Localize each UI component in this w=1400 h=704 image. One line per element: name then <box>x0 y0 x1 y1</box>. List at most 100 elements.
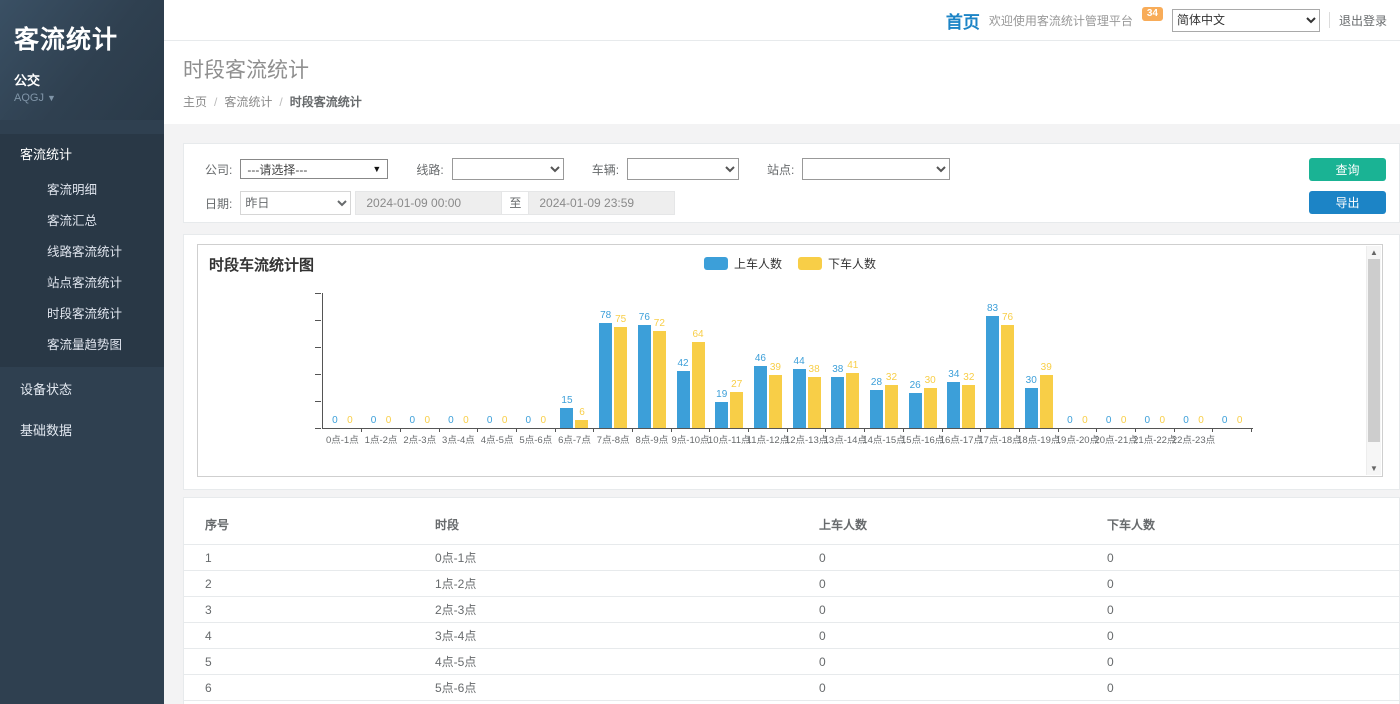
sidebar-item-device-status[interactable]: 设备状态 <box>0 369 164 408</box>
profile-user-name: AQGJ <box>14 92 44 104</box>
bar-wrap: 15 <box>560 395 573 428</box>
x-axis-category-label: 8点-9点 <box>635 432 668 446</box>
home-link[interactable]: 首页 <box>946 8 980 33</box>
date-to-input[interactable]: 2024-01-09 23:59 <box>528 191 675 215</box>
date-from-input[interactable]: 2024-01-09 00:00 <box>355 191 502 215</box>
chart-plot: 000点-1点001点-2点002点-3点003点-4点004点-5点005点-… <box>323 293 1252 428</box>
bar-value-label: 26 <box>910 380 921 392</box>
bar[interactable] <box>831 377 844 428</box>
sidebar-subitem[interactable]: 客流汇总 <box>0 204 164 235</box>
bar-wrap: 0 <box>483 415 496 428</box>
notification-badge[interactable]: 34 <box>1142 7 1163 21</box>
company-combobox[interactable]: ---请选择--- ▼ <box>240 159 388 179</box>
scrollbar-thumb[interactable] <box>1368 259 1380 442</box>
bar-wrap: 0 <box>1063 415 1076 428</box>
bar-value-label: 19 <box>716 389 727 401</box>
bar[interactable] <box>947 382 960 428</box>
sidebar-subitem[interactable]: 时段客流统计 <box>0 297 164 328</box>
date-label: 日期: <box>205 195 232 212</box>
legend-item[interactable]: 上车人数 <box>704 255 782 272</box>
chart-scrollbar[interactable]: ▲ ▼ <box>1366 246 1381 475</box>
sidebar-subitem[interactable]: 站点客流统计 <box>0 266 164 297</box>
bar-value-label: 41 <box>847 360 858 372</box>
bar-value-label: 76 <box>639 312 650 324</box>
bar[interactable] <box>793 369 806 428</box>
station-select[interactable] <box>802 158 950 180</box>
table-cell: 0 <box>1086 649 1399 675</box>
bar[interactable] <box>986 316 999 428</box>
submenu: 客流明细客流汇总线路客流统计站点客流统计时段客流统计客流量趋势图 <box>0 173 164 367</box>
bar[interactable] <box>638 325 651 428</box>
sidebar-item-base-data[interactable]: 基础数据 <box>0 410 164 449</box>
bar[interactable] <box>846 373 859 428</box>
bar[interactable] <box>677 371 690 428</box>
x-axis-category-label: 15点-16点 <box>901 432 944 446</box>
bar-value-label: 0 <box>1106 415 1112 427</box>
sidebar-item-passenger-stats[interactable]: 客流统计 <box>0 134 164 173</box>
bar[interactable] <box>885 385 898 428</box>
x-axis-category-label: 16点-17点 <box>940 432 983 446</box>
bar-value-label: 39 <box>770 362 781 374</box>
bar[interactable] <box>599 323 612 428</box>
page-title: 时段客流统计 <box>183 54 1400 84</box>
vehicle-select[interactable] <box>627 158 739 180</box>
bar[interactable] <box>575 420 588 428</box>
table-cell: 0 <box>1086 545 1399 571</box>
table-cell: 6 <box>1086 701 1399 704</box>
table-row: 76点-7点156 <box>184 701 1399 704</box>
bar-group: 384113点-14点 <box>826 293 865 428</box>
bar[interactable] <box>692 342 705 428</box>
profile-user-dropdown[interactable]: AQGJ ▼ <box>14 92 150 104</box>
bar[interactable] <box>715 402 728 428</box>
bar[interactable] <box>1025 388 1038 429</box>
bar[interactable] <box>653 331 666 428</box>
x-axis-category-label: 0点-1点 <box>326 432 359 446</box>
breadcrumb-passenger-stats[interactable]: 客流统计 <box>224 93 272 110</box>
bar[interactable] <box>730 392 743 428</box>
main-area: 首页 欢迎使用客流统计管理平台 34 简体中文 退出登录 时段客流统计 主页 /… <box>164 0 1400 704</box>
bar-wrap: 0 <box>1194 415 1207 428</box>
bar[interactable] <box>909 393 922 428</box>
bar[interactable] <box>870 390 883 428</box>
x-axis-category-label: 18点-19点 <box>1017 432 1060 446</box>
sidebar-subitem[interactable]: 客流明细 <box>0 173 164 204</box>
sidebar-subitem[interactable]: 客流量趋势图 <box>0 328 164 359</box>
date-preset-select[interactable]: 昨日 <box>240 191 351 215</box>
logout-link[interactable]: 退出登录 <box>1339 12 1387 29</box>
bar-value-label: 34 <box>948 369 959 381</box>
bar[interactable] <box>924 388 937 429</box>
legend-item[interactable]: 下车人数 <box>798 255 876 272</box>
export-button[interactable]: 导出 <box>1309 191 1386 214</box>
sidebar-subitem[interactable]: 线路客流统计 <box>0 235 164 266</box>
bar[interactable] <box>769 375 782 428</box>
bar[interactable] <box>614 327 627 428</box>
table-cell: 4 <box>184 623 414 649</box>
bar[interactable] <box>1040 375 1053 428</box>
bar[interactable] <box>754 366 767 428</box>
query-button[interactable]: 查询 <box>1309 158 1386 181</box>
table-cell: 0 <box>1086 571 1399 597</box>
vehicle-label: 车辆: <box>592 161 619 178</box>
bar[interactable] <box>560 408 573 428</box>
bar-wrap: 26 <box>909 380 922 428</box>
scroll-down-icon[interactable]: ▼ <box>1367 464 1381 473</box>
bar-value-label: 0 <box>526 415 532 427</box>
bar[interactable] <box>962 385 975 428</box>
breadcrumb-home[interactable]: 主页 <box>183 93 207 110</box>
bar-wrap: 41 <box>846 360 859 428</box>
bar-group: 005点-6点 <box>516 293 555 428</box>
filter-row-2: 日期: 昨日 2024-01-09 00:00 至 2024-01-09 23:… <box>205 191 1399 215</box>
bar-wrap: 0 <box>406 415 419 428</box>
scroll-up-icon[interactable]: ▲ <box>1367 248 1381 257</box>
content-wrapper: 公司: ---请选择--- ▼ 线路: 车辆: 站点: 日期: 昨日 2024-… <box>164 124 1400 704</box>
breadcrumb: 主页 / 客流统计 / 时段客流统计 <box>183 93 1400 110</box>
bar-value-label: 0 <box>1160 415 1166 427</box>
table-cell: 0 <box>798 545 1086 571</box>
bar[interactable] <box>1001 325 1014 428</box>
line-select[interactable] <box>452 158 564 180</box>
bar-value-label: 0 <box>1067 415 1073 427</box>
language-select[interactable]: 简体中文 <box>1172 9 1320 32</box>
bar[interactable] <box>808 377 821 428</box>
table-cell: 4点-5点 <box>414 649 798 675</box>
bar-group: 0019点-20点 <box>1058 293 1097 428</box>
